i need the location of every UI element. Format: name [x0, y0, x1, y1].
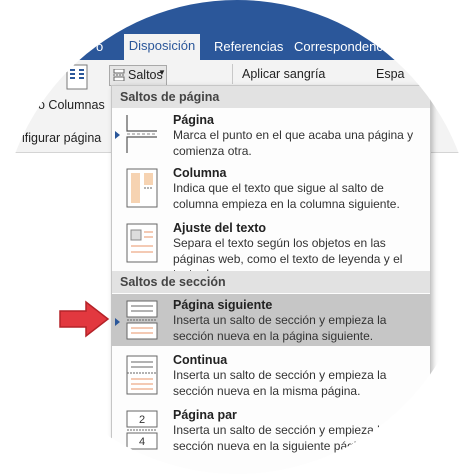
menu-item-columna[interactable]: Columna Indica que el texto que sigue al… [112, 162, 430, 214]
ribbon-tab-bar: o Disposición Referencias Correspondenci [0, 0, 474, 60]
text-wrap-icon [126, 223, 158, 263]
page-break-icon [126, 115, 157, 153]
item-description: Marca el punto en el que acaba una págin… [173, 128, 414, 158]
chevron-down-icon: ▼ [158, 68, 166, 77]
next-page-break-icon [126, 300, 158, 340]
menu-item-pagina-siguiente[interactable]: Página siguiente Inserta un salto de sec… [112, 294, 430, 346]
red-pointer-arrow-icon [59, 300, 110, 338]
continuous-break-icon [126, 355, 158, 395]
svg-text:2: 2 [139, 414, 145, 426]
svg-text:4: 4 [139, 436, 145, 448]
section-header-page-breaks: Saltos de página [112, 86, 430, 108]
espaciado-label: Espa [376, 67, 405, 81]
tab-disposicion[interactable]: Disposición [124, 34, 200, 60]
menu-item-continua[interactable]: Continua Inserta un salto de sección y e… [112, 349, 430, 401]
saltos-dropdown-menu: Saltos de página Página Marca el punto e… [111, 85, 431, 474]
tab-correspondencia[interactable]: Correspondenci [294, 38, 386, 60]
item-description: Inserta un salto de sección y empieza la… [173, 368, 387, 398]
tab-referencias[interactable]: Referencias [214, 38, 283, 60]
section-header-section-breaks: Saltos de sección [112, 271, 430, 293]
item-title: Página par [173, 408, 237, 422]
section-header-label: Saltos de página [120, 90, 220, 104]
item-title: Columna [173, 166, 227, 180]
even-page-break-icon: 2 4 [126, 410, 158, 450]
tab-previous[interactable]: o [96, 38, 116, 60]
breaks-icon [113, 69, 125, 81]
ribbon-separator [232, 64, 233, 84]
selection-marker-icon [115, 131, 120, 139]
menu-item-pagina-par[interactable]: 2 4 Página par Inserta un salto de secci… [112, 404, 430, 464]
selection-marker-icon [115, 318, 120, 326]
column-break-icon [126, 168, 158, 208]
aplicar-sangria-label: Aplicar sangría [242, 67, 326, 81]
item-title: Ajuste del texto [173, 221, 267, 235]
section-header-label: Saltos de sección [120, 275, 226, 289]
menu-item-pagina[interactable]: Página Marca el punto en el que acaba un… [112, 109, 430, 159]
item-title: Página siguiente [173, 298, 273, 312]
configurar-pagina-group-label: ifigurar página [22, 131, 102, 145]
columnas-button-label[interactable]: o Columnas [38, 98, 105, 112]
item-title: Continua [173, 353, 228, 367]
item-description: Inserta un salto de sección y empieza la… [173, 423, 393, 453]
menu-item-ajuste-texto[interactable]: Ajuste del texto Separa el texto según l… [112, 217, 430, 281]
item-title: Página [173, 113, 214, 127]
columns-icon[interactable] [66, 64, 88, 90]
item-description: Inserta un salto de sección y empieza la… [173, 313, 387, 343]
saltos-dropdown-button[interactable]: Saltos ▼ [109, 65, 167, 86]
screenshot-circle: o Disposición Referencias Correspondenci… [0, 0, 474, 474]
item-description: Indica que el texto que sigue al salto d… [173, 181, 400, 211]
